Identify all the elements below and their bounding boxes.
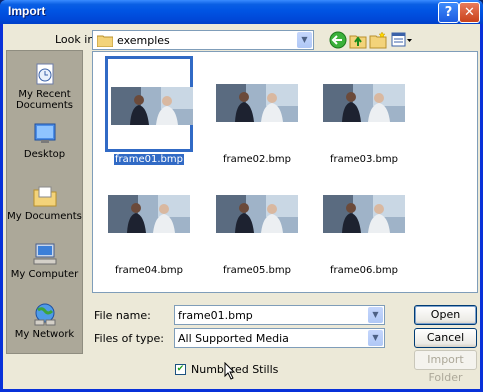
file-item[interactable]: frame04.bmp [93,167,205,277]
recent-documents-icon [36,63,53,85]
mouse-cursor-icon [224,362,236,380]
places-bar: My Recent Documents Desktop My Documents [6,50,83,354]
place-label: My Documents [7,211,82,222]
file-list[interactable]: frame01.bmp frame02.bmp frame03.bmp frame04… [92,51,478,293]
place-label: Desktop [23,149,66,160]
file-item[interactable]: frame03.bmp [308,56,420,166]
video-frame-thumbnail [111,87,193,125]
file-name-label: File name: [94,309,151,322]
file-name-text: frame03.bmp [330,154,398,165]
place-label: My Network [14,329,75,340]
view-menu-icon[interactable] [391,31,413,49]
file-name-text: frame05.bmp [223,265,291,276]
import-folder-button[interactable]: Import Folder [414,350,477,384]
file-name-text: frame04.bmp [115,265,183,276]
place-label: My Recent Documents [15,89,74,111]
place-desktop[interactable]: Desktop [7,121,82,160]
thumbnail-frame [105,167,193,263]
cancel-button[interactable]: Cancel [414,328,477,348]
thumbnail-frame [213,167,301,263]
chevron-down-icon: ▼ [297,32,312,48]
files-of-type-label: Files of type: [94,332,165,345]
file-name-text: frame01.bmp [113,153,185,166]
window-title: Import [8,4,46,18]
file-name-text: frame06.bmp [330,265,398,276]
files-of-type-dropdown[interactable]: All Supported Media ▼ [174,328,385,348]
video-frame-thumbnail [323,84,405,122]
file-name-label: frame05.bmp [201,265,313,276]
file-name-label: frame01.bmp [93,153,205,166]
video-frame-thumbnail [108,195,190,233]
files-of-type-value: All Supported Media [178,332,289,345]
file-name-value: frame01.bmp [178,309,253,322]
look-in-dropdown[interactable]: exemples ▼ [92,30,314,50]
place-label: My Computer [10,269,79,280]
my-computer-icon [33,243,56,265]
title-bar[interactable]: Import ? ✕ [0,0,483,24]
thumbnail-frame [320,167,408,263]
file-name-label: frame06.bmp [308,265,420,276]
thumbnail-frame [105,56,193,152]
file-name-text: frame02.bmp [223,154,291,165]
video-frame-thumbnail [216,84,298,122]
file-item[interactable]: frame02.bmp [201,56,313,166]
desktop-icon [34,123,55,143]
close-button[interactable]: ✕ [459,2,480,23]
back-arrow-icon[interactable] [329,31,347,49]
my-documents-icon [33,186,56,207]
up-folder-icon[interactable] [349,31,367,49]
chevron-down-icon: ▼ [368,330,383,346]
file-item[interactable]: frame06.bmp [308,167,420,277]
numbered-stills-checkbox[interactable]: ✔ [175,364,186,375]
file-item[interactable]: frame05.bmp [201,167,313,277]
place-my-documents[interactable]: My Documents [7,183,82,222]
my-network-icon [34,303,55,326]
new-folder-icon[interactable] [369,31,387,49]
file-name-label: frame02.bmp [201,154,313,165]
file-name-label: frame03.bmp [308,154,420,165]
place-my-computer[interactable]: My Computer [7,241,82,280]
look-in-value: exemples [117,34,170,47]
file-name-label: frame04.bmp [93,265,205,276]
place-recent-documents[interactable]: My Recent Documents [7,61,82,111]
chevron-down-icon: ▼ [368,307,383,323]
video-frame-thumbnail [323,195,405,233]
folder-icon [97,35,113,47]
video-frame-thumbnail [216,195,298,233]
thumbnail-frame [213,56,301,152]
place-my-network[interactable]: My Network [7,301,82,340]
thumbnail-frame [320,56,408,152]
file-item[interactable]: frame01.bmp [93,56,205,166]
import-dialog: Import ? ✕ Look in: exemples ▼ My Recent… [0,0,483,392]
help-button[interactable]: ? [438,2,459,23]
open-button[interactable]: Open [414,305,477,325]
file-name-field[interactable]: frame01.bmp ▼ [174,305,385,325]
